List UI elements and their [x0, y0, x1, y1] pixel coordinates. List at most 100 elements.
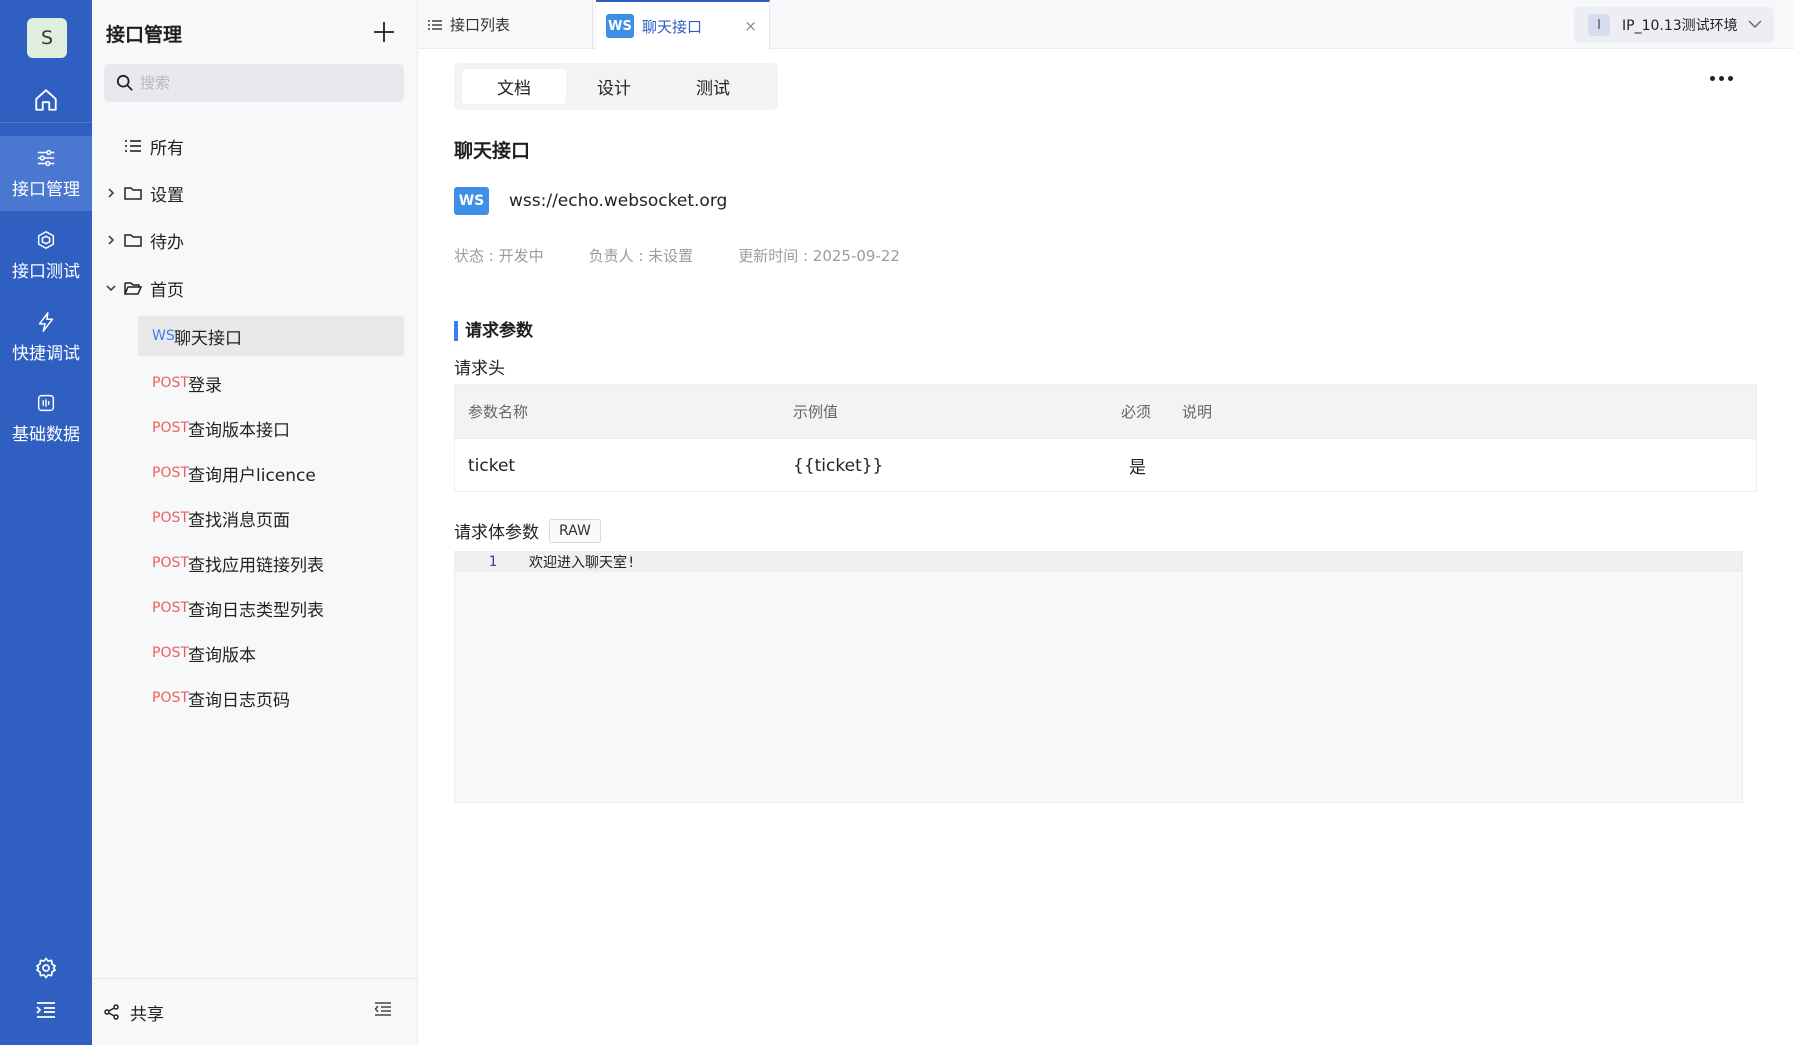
collapse-sidebar-button[interactable] [374, 1001, 392, 1021]
api-item[interactable]: WS 聊天接口 [138, 316, 404, 356]
folder-label: 待办 [150, 232, 184, 253]
rail-item-label: 快捷调试 [12, 344, 80, 364]
folder-label: 首页 [150, 280, 184, 301]
chevron-right-icon [104, 187, 118, 199]
body-type-tag[interactable]: RAW [549, 518, 601, 543]
tree-item-label: 所有 [150, 138, 184, 159]
api-item[interactable]: POST 查找消息页面 [138, 498, 404, 538]
method-badge: POST [152, 510, 189, 526]
body-params-row: 请求体参数 RAW [454, 518, 601, 543]
rail-item-quick-debug[interactable]: 快捷调试 [0, 300, 92, 375]
tab-design[interactable]: 设计 [562, 69, 666, 104]
rail-item-base-data[interactable]: 基础数据 [0, 381, 92, 456]
search-box [104, 64, 404, 102]
table-header: 参数名称 示例值 必须 说明 [455, 385, 1756, 438]
menu-fold-icon [374, 1002, 391, 1016]
api-owner: 负责人 : 未设置 [588, 247, 694, 265]
home-button[interactable] [0, 80, 92, 120]
method-badge: POST [152, 645, 189, 661]
body-params-label: 请求体参数 [454, 523, 539, 543]
tab-bar: 接口列表 WS 聊天接口 × I IP_10.13测试环境 [418, 0, 1794, 50]
tab-label: 接口列表 [450, 16, 511, 34]
method-badge: POST [152, 420, 189, 436]
column-header: 示例值 [793, 403, 839, 421]
environment-select[interactable]: I IP_10.13测试环境 [1574, 7, 1774, 43]
more-dot [1719, 76, 1724, 81]
api-item[interactable]: POST 查找应用链接列表 [138, 543, 404, 583]
method-badge: POST [152, 600, 189, 616]
sidebar-footer: 共享 [92, 978, 418, 1045]
cube-icon [37, 231, 55, 249]
more-options-button[interactable] [1710, 76, 1733, 81]
tab-label: 聊天接口 [642, 17, 703, 36]
api-item-label: 查询日志页码 [188, 690, 290, 711]
column-header: 参数名称 [468, 403, 529, 421]
rail-item-api-test[interactable]: 接口测试 [0, 218, 92, 293]
folder-icon [124, 185, 142, 201]
rail-item-label: 接口测试 [12, 262, 80, 282]
line-number: 1 [488, 554, 497, 570]
add-api-button[interactable] [370, 18, 398, 46]
editor-code: 欢迎进入聊天室! [529, 555, 636, 571]
api-item-label: 查找应用链接列表 [188, 555, 324, 576]
more-dot [1728, 76, 1733, 81]
api-item-label: 查找消息页面 [188, 510, 290, 531]
list-icon [428, 19, 442, 30]
tree-item-all[interactable]: 所有 [92, 128, 418, 164]
close-icon[interactable]: × [744, 17, 757, 35]
data-icon [37, 394, 55, 412]
api-item-label: 查询版本接口 [188, 420, 290, 441]
lightning-icon [38, 312, 54, 332]
api-item[interactable]: POST 登录 [138, 363, 404, 403]
api-sidebar: 接口管理 所有 设置 待办 首页 WS 聊天接口 POST 登录 POST 查 [92, 0, 418, 1045]
home-icon [35, 89, 57, 111]
plus-icon [374, 22, 394, 42]
api-item[interactable]: POST 查询版本接口 [138, 408, 404, 448]
rail-item-label: 接口管理 [12, 180, 80, 200]
env-label: IP_10.13测试环境 [1622, 18, 1738, 34]
api-item[interactable]: POST 查询版本 [138, 633, 404, 673]
folder-settings[interactable]: 设置 [92, 175, 418, 211]
sliders-icon [37, 149, 55, 167]
api-item[interactable]: POST 查询日志类型列表 [138, 588, 404, 628]
table-row: ticket {{ticket}} 是 [455, 438, 1756, 491]
api-item[interactable]: POST 查询日志页码 [138, 678, 404, 718]
method-badge: POST [152, 465, 189, 481]
tab-chat-api[interactable]: WS 聊天接口 × [596, 0, 770, 50]
method-badge: POST [152, 690, 189, 706]
folder-home[interactable]: 首页 [92, 270, 418, 306]
method-badge: POST [152, 375, 189, 391]
editor-line: 1 欢迎进入聊天室! [455, 552, 1742, 572]
body-editor[interactable]: 1 欢迎进入聊天室! [454, 551, 1743, 803]
sidebar-title: 接口管理 [106, 24, 183, 46]
ws-badge: WS [606, 14, 634, 38]
list-icon [124, 138, 142, 154]
api-url: wss://echo.websocket.org [509, 191, 728, 211]
ws-badge: WS [454, 187, 489, 215]
share-button[interactable]: 共享 [104, 1000, 164, 1025]
api-item[interactable]: POST 查询用户licence [138, 453, 404, 493]
avatar[interactable]: S [27, 18, 67, 58]
folder-todo[interactable]: 待办 [92, 222, 418, 258]
folder-icon [124, 232, 142, 248]
expand-menu-button[interactable] [0, 992, 92, 1028]
tab-docs[interactable]: 文档 [462, 69, 566, 104]
rail-divider [0, 122, 92, 123]
settings-button[interactable] [0, 950, 92, 986]
api-item-label: 查询日志类型列表 [188, 600, 324, 621]
share-label: 共享 [130, 1004, 164, 1025]
search-icon [116, 74, 133, 91]
api-item-label: 聊天接口 [174, 328, 242, 349]
api-title: 聊天接口 [454, 140, 531, 162]
api-url-row: WS wss://echo.websocket.org [454, 186, 727, 216]
rail-item-api-management[interactable]: 接口管理 [0, 136, 92, 211]
chevron-right-icon [104, 234, 118, 246]
search-input[interactable] [140, 74, 380, 92]
api-item-label: 查询版本 [188, 645, 256, 666]
folder-label: 设置 [150, 185, 184, 206]
tab-api-list[interactable]: 接口列表 [418, 0, 593, 49]
tab-test[interactable]: 测试 [661, 69, 765, 104]
headers-title: 请求头 [454, 359, 505, 379]
param-required: 是 [1129, 458, 1146, 478]
param-example: {{ticket}} [793, 455, 884, 476]
